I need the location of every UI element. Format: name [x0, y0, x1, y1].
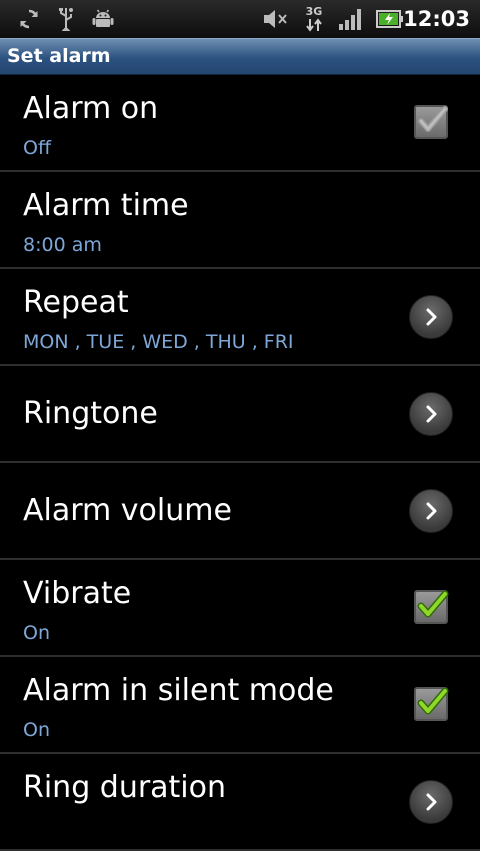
- setting-alarm-in-silent-mode[interactable]: Alarm in silent mode On: [0, 657, 480, 754]
- usb-icon: [54, 0, 78, 38]
- page-title: Set alarm: [7, 45, 111, 67]
- 3g-data-icon: 3G: [302, 0, 326, 38]
- chevron-right-icon[interactable]: [409, 489, 453, 533]
- setting-ringtone[interactable]: Ringtone: [0, 366, 480, 463]
- setting-summary: On: [23, 622, 50, 644]
- status-bar: 3G 12:03: [0, 0, 480, 38]
- chevron-right-icon[interactable]: [409, 392, 453, 436]
- sync-icon: [16, 0, 42, 38]
- setting-title: Alarm volume: [23, 493, 232, 528]
- battery-charging-icon: [376, 0, 404, 38]
- setting-title: Alarm time: [23, 188, 189, 223]
- setting-summary: MON , TUE , WED , THU , FRI: [23, 331, 294, 353]
- setting-title: Alarm in silent mode: [23, 673, 334, 708]
- chevron-right-icon[interactable]: [409, 295, 453, 339]
- setting-vibrate[interactable]: Vibrate On: [0, 560, 480, 657]
- setting-alarm-time[interactable]: Alarm time 8:00 am: [0, 172, 480, 269]
- setting-title: Alarm on: [23, 91, 159, 126]
- clock: 12:03: [403, 7, 470, 31]
- android-debug-icon: [90, 0, 116, 38]
- alarm-on-checkbox[interactable]: [414, 105, 448, 139]
- vibrate-checkbox[interactable]: [414, 590, 449, 624]
- setting-title: Ringtone: [23, 396, 158, 431]
- setting-title: Repeat: [23, 285, 129, 320]
- setting-title: Vibrate: [23, 576, 132, 611]
- setting-alarm-volume[interactable]: Alarm volume: [0, 463, 480, 560]
- setting-summary: 8:00 am: [23, 234, 102, 256]
- signal-icon: [338, 0, 364, 38]
- setting-summary: Off: [23, 137, 52, 159]
- title-bar: Set alarm: [0, 38, 480, 75]
- muted-speaker-icon: [262, 0, 290, 38]
- silent-mode-checkbox[interactable]: [414, 687, 449, 721]
- setting-alarm-on[interactable]: Alarm on Off: [0, 75, 480, 172]
- setting-summary: On: [23, 719, 50, 741]
- setting-repeat[interactable]: Repeat MON , TUE , WED , THU , FRI: [0, 269, 480, 366]
- chevron-right-icon[interactable]: [409, 780, 453, 824]
- setting-ring-duration[interactable]: Ring duration: [0, 754, 480, 851]
